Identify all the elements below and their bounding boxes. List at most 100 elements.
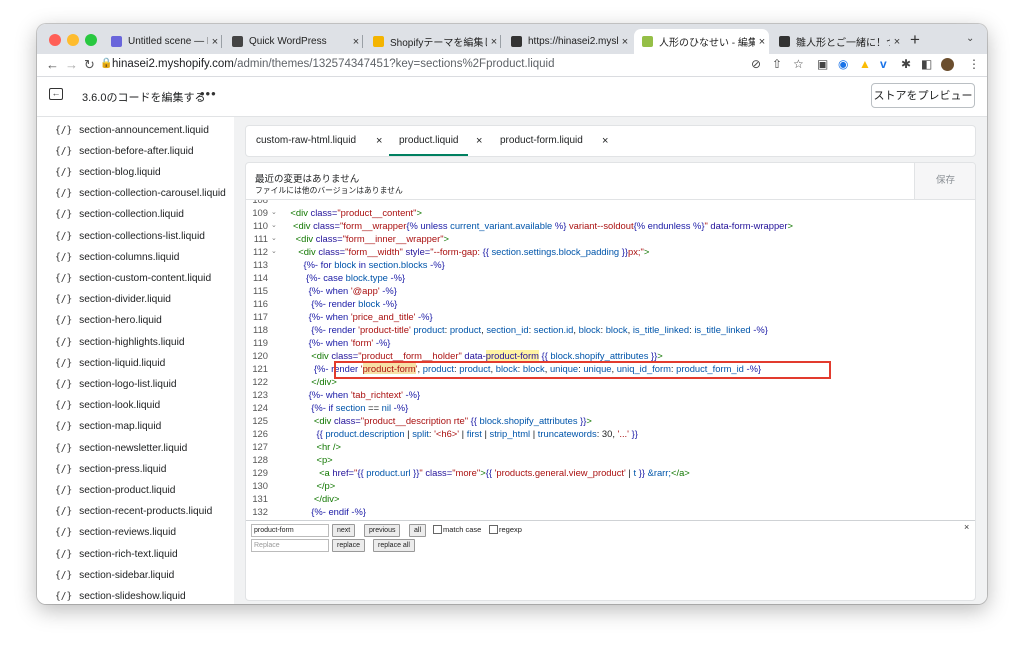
sidebar-file-label: section-product.liquid [79,484,176,496]
sidebar-file-item[interactable]: {/} section-look.liquid [55,397,160,415]
code-text: {{ product.description | split: '<h6>' |… [316,428,638,439]
tab-search-chevron-icon[interactable]: ⌄ [966,33,974,44]
close-tab-icon[interactable]: × [890,36,904,48]
reload-icon[interactable]: ↻ [84,57,95,73]
code-text: {%- when 'tab_richtext' -%} [308,389,421,400]
more-actions-button[interactable]: ••• [200,86,217,101]
close-tab-icon[interactable]: × [602,126,608,156]
browser-tab-title: Untitled scene — Excalidraw [128,36,208,47]
sidebar-file-item[interactable]: {/} section-collections-list.liquid [55,227,205,245]
code-area[interactable]: 135 {%- if product.description != blank … [246,200,975,520]
preview-store-button[interactable]: ストアをプレビュー [871,83,975,108]
fold-chevron-icon[interactable]: ⌄ [271,232,277,245]
browser-tab[interactable]: 雛人形とご一緒に！つまみ細× [771,29,904,54]
line-number: 109 [252,207,268,218]
find-all-button[interactable]: all [409,524,427,537]
bookmark-star-icon[interactable]: ☆ [793,57,804,72]
close-tab-icon[interactable]: × [487,36,501,48]
sidebar-file-item[interactable]: {/} section-collection.liquid [55,206,184,224]
sidebar-file-item[interactable]: {/} section-product.liquid [55,481,175,499]
line-number: 111 [253,233,268,244]
browser-tab-title: Quick WordPress [249,36,327,47]
replace-input[interactable]: Replace [251,539,329,552]
close-tab-icon[interactable]: × [376,126,382,156]
browser-tab[interactable]: https://hinasei2.myshopify× [503,29,632,54]
back-arrow-icon[interactable]: ← [46,57,59,73]
extension-v-icon[interactable]: v [880,57,887,72]
sidebar-file-item[interactable]: {/} section-hero.liquid [55,312,162,330]
sidebar-file-item[interactable]: {/} section-map.liquid [55,418,161,436]
sidebar-file-item[interactable]: {/} section-liquid.liquid [55,354,165,372]
code-text: </div> [311,376,337,387]
next-button[interactable]: next [332,524,356,537]
share-icon[interactable]: ⇧ [772,57,782,72]
eye-off-icon[interactable]: ⊘ [751,57,761,72]
liquid-file-icon: {/} [55,569,73,581]
close-window-button[interactable] [49,34,61,46]
extensions-puzzle-icon[interactable]: ✱ [901,57,911,72]
close-tab-icon[interactable]: × [208,36,222,48]
sidebar-file-item[interactable]: {/} section-slideshow.liquid [55,587,186,604]
browser-tab[interactable]: Untitled scene — Excalidraw× [103,29,222,54]
code-text: {%- case block.type -%} [306,272,406,283]
sidebar-file-item[interactable]: {/} section-divider.liquid [55,291,171,309]
sidebar-file-item[interactable]: {/} section-sidebar.liquid [55,566,174,584]
sidebar-file-item[interactable]: {/} section-collection-carousel.liquid [55,185,226,203]
side-panel-icon[interactable]: ◧ [921,57,932,72]
search-input[interactable]: product-form [251,524,329,537]
fold-chevron-icon[interactable]: ⌄ [271,245,277,258]
replace-all-button[interactable]: replace all [373,539,415,552]
close-tab-icon[interactable]: × [755,36,769,48]
lock-icon[interactable]: 🔒 [100,58,112,69]
tab-separator [362,35,363,48]
code-line: 109 ⌄ <div class="product__content"> [246,206,975,219]
google-drive-icon[interactable]: ▲ [859,57,871,72]
sidebar-file-item[interactable]: {/} section-reviews.liquid [55,524,176,542]
save-button[interactable]: 保存 [914,163,975,199]
tab-product[interactable]: product.liquid [389,126,469,156]
new-tab-button[interactable]: + [910,31,920,49]
browser-menu-icon[interactable]: ⋮ [968,57,980,72]
sidebar-file-item[interactable]: {/} section-custom-content.liquid [55,269,211,287]
code-line: 118 {%- render 'product-title' product: … [246,323,975,336]
browser-tab[interactable]: 人形のひなせい - 編集: 3.6.0× [634,29,769,54]
fold-chevron-icon[interactable]: ⌄ [271,206,277,219]
browser-tab[interactable]: Shopifyテーマを編集して× [365,29,501,54]
sidebar-file-item[interactable]: {/} section-press.liquid [55,460,166,478]
profile-avatar[interactable] [941,58,954,71]
tab-favicon-icon [373,36,384,47]
url-bar[interactable]: hinasei2.myshopify.com/admin/themes/1325… [112,56,555,73]
match-case-checkbox[interactable] [433,525,442,534]
tab-custom-raw-html[interactable]: custom-raw-html.liquid [256,126,356,156]
close-tab-icon[interactable]: × [476,126,482,156]
close-tab-icon[interactable]: × [349,36,363,48]
tab-product-form[interactable]: product-form.liquid [500,126,583,156]
maximize-window-button[interactable] [85,34,97,46]
extension-at-icon[interactable]: ◉ [838,57,848,72]
sidebar-file-item[interactable]: {/} section-highlights.liquid [55,333,185,351]
forward-arrow-icon[interactable]: → [65,57,78,73]
sidebar-file-item[interactable]: {/} section-columns.liquid [55,248,179,266]
extension-n-icon[interactable]: ▣ [817,57,828,72]
search-replace-bar: product-form next previous all match cas… [246,520,975,553]
browser-tab[interactable]: Quick WordPress × [224,29,363,54]
sidebar-file-item[interactable]: {/} section-rich-text.liquid [55,545,178,563]
code-line: 111 ⌄ <div class="form__inner__wrapper"> [246,232,975,245]
status-subtitle: ファイルには他のバージョンはありません [255,186,403,195]
sidebar-file-item[interactable]: {/} section-before-after.liquid [55,142,194,160]
replace-button[interactable]: replace [332,539,365,552]
sidebar-file-item[interactable]: {/} section-blog.liquid [55,163,161,181]
sidebar-file-item[interactable]: {/} section-recent-products.liquid [55,503,212,521]
close-search-icon[interactable]: × [964,522,969,532]
sidebar-file-item[interactable]: {/} section-newsletter.liquid [55,439,187,457]
close-tab-icon[interactable]: × [618,36,632,48]
sidebar-file-item[interactable]: {/} section-announcement.liquid [55,121,209,139]
sidebar-file-item[interactable]: {/} section-logo-list.liquid [55,375,177,393]
liquid-file-icon: {/} [55,230,73,242]
minimize-window-button[interactable] [67,34,79,46]
fold-chevron-icon[interactable]: ⌄ [271,219,277,232]
previous-button[interactable]: previous [364,524,401,537]
exit-editor-icon[interactable]: ← [49,88,63,100]
sidebar-file-label: section-divider.liquid [79,294,171,306]
regexp-checkbox[interactable] [489,525,498,534]
